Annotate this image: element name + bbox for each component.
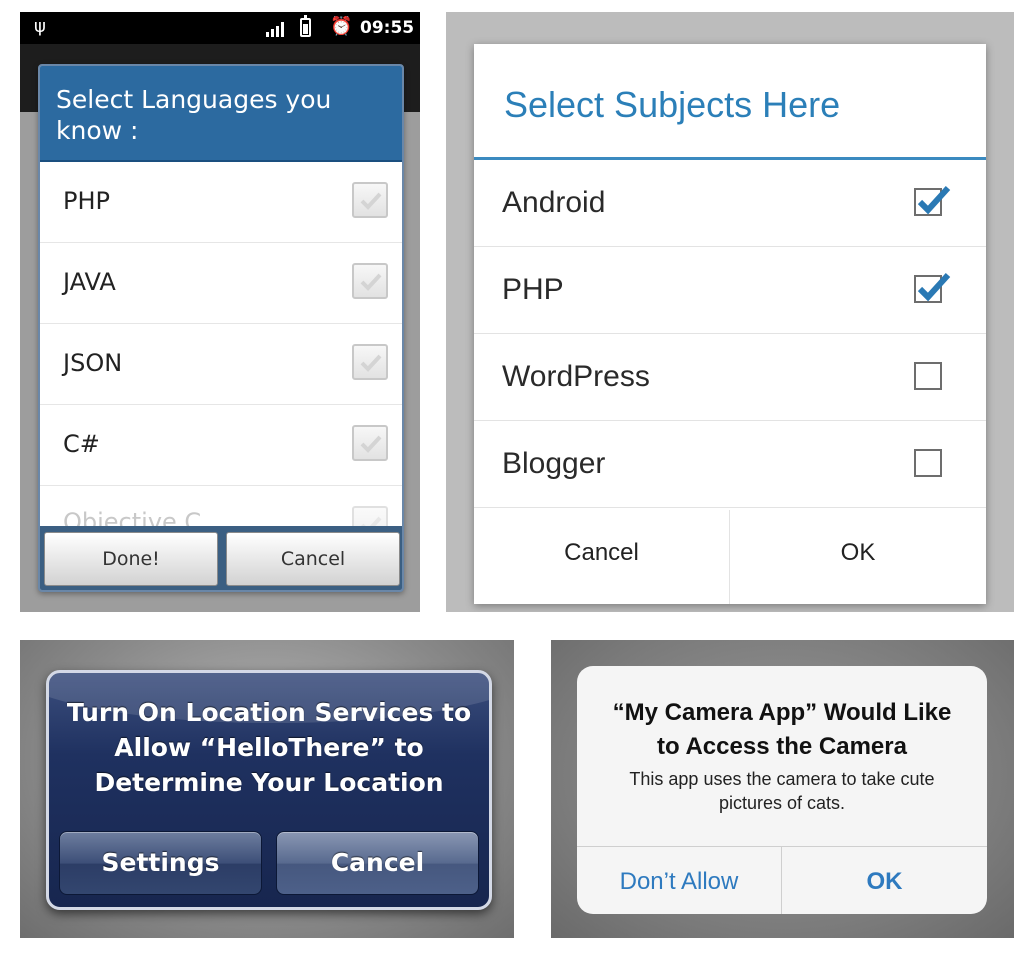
dialog-button-bar: Done! Cancel [40,526,402,590]
checkbox[interactable] [914,185,951,216]
battery-charging-icon [300,15,311,37]
list-item-label: Android [502,186,606,219]
languages-list[interactable]: PHP JAVA JSON C# Objective C [40,162,402,526]
checkbox[interactable] [914,272,951,303]
android-holo-screen: Select Subjects Here Android PHP WordPre… [446,12,1014,612]
list-item[interactable]: C# [40,405,402,486]
list-item-label: PHP [502,273,564,306]
ok-button[interactable]: OK [730,510,986,604]
checkbox[interactable] [914,449,942,477]
ios-legacy-screen: Turn On Location Services to Allow “Hell… [20,640,514,938]
list-item[interactable]: WordPress [474,334,986,421]
alert-title: Turn On Location Services to Allow “Hell… [66,698,472,797]
check-icon [917,272,951,302]
usb-icon: ψ [34,16,46,37]
ios-modern-screen: “My Camera App” Would Like to Access the… [551,640,1014,938]
check-icon [360,273,382,291]
done-button[interactable]: Done! [44,532,218,586]
check-icon [360,354,382,372]
check-icon [360,435,382,453]
checkbox[interactable] [352,182,388,218]
check-icon [917,185,951,215]
list-item[interactable]: Objective C [40,486,402,526]
cancel-button[interactable]: Cancel [276,831,479,895]
dont-allow-button[interactable]: Don’t Allow [577,847,782,914]
list-item-label: Objective C [63,508,202,526]
list-item-label: Blogger [502,447,606,480]
list-item[interactable]: JAVA [40,243,402,324]
alert-message: This app uses the camera to take cute pi… [629,769,935,813]
checkbox[interactable] [352,344,388,380]
dialog-button-bar: Cancel OK [474,510,986,604]
list-item-label: WordPress [502,360,650,393]
cancel-button[interactable]: Cancel [226,532,400,586]
check-icon [360,192,382,210]
ok-button[interactable]: OK [782,847,987,914]
status-time: 09:55 [360,18,415,38]
list-item[interactable]: Android [474,160,986,247]
alert-title: “My Camera App” Would Like to Access the… [612,699,952,760]
cancel-button[interactable]: Cancel [474,510,730,604]
settings-button[interactable]: Settings [59,831,262,895]
dialog-title: Select Languages you know : [40,66,402,162]
list-item[interactable]: Blogger [474,421,986,508]
status-bar: ψ ⏰ 09:55 [20,12,420,44]
languages-dialog: Select Languages you know : PHP JAVA JSO… [38,64,404,592]
android-legacy-screen: ψ ⏰ 09:55 Select Languages you know : PH… [20,12,420,612]
list-item[interactable]: PHP [40,162,402,243]
subjects-dialog: Select Subjects Here Android PHP WordPre… [474,44,986,604]
checkbox[interactable] [914,362,942,390]
location-alert: Turn On Location Services to Allow “Hell… [46,670,492,910]
check-icon [361,516,382,526]
list-item-label: JSON [63,349,123,377]
checkbox[interactable] [352,425,388,461]
list-item-label: JAVA [63,268,116,296]
signal-bars-icon [266,21,286,37]
list-item[interactable]: JSON [40,324,402,405]
list-item[interactable]: PHP [474,247,986,334]
dialog-title: Select Subjects Here [474,44,986,160]
list-item-label: C# [63,430,100,458]
checkbox[interactable] [352,263,388,299]
checkbox[interactable] [352,506,388,526]
alarm-clock-icon: ⏰ [330,16,353,37]
list-item-label: PHP [63,187,110,215]
camera-permission-alert: “My Camera App” Would Like to Access the… [577,666,987,914]
alert-button-bar: Don’t Allow OK [577,846,987,914]
